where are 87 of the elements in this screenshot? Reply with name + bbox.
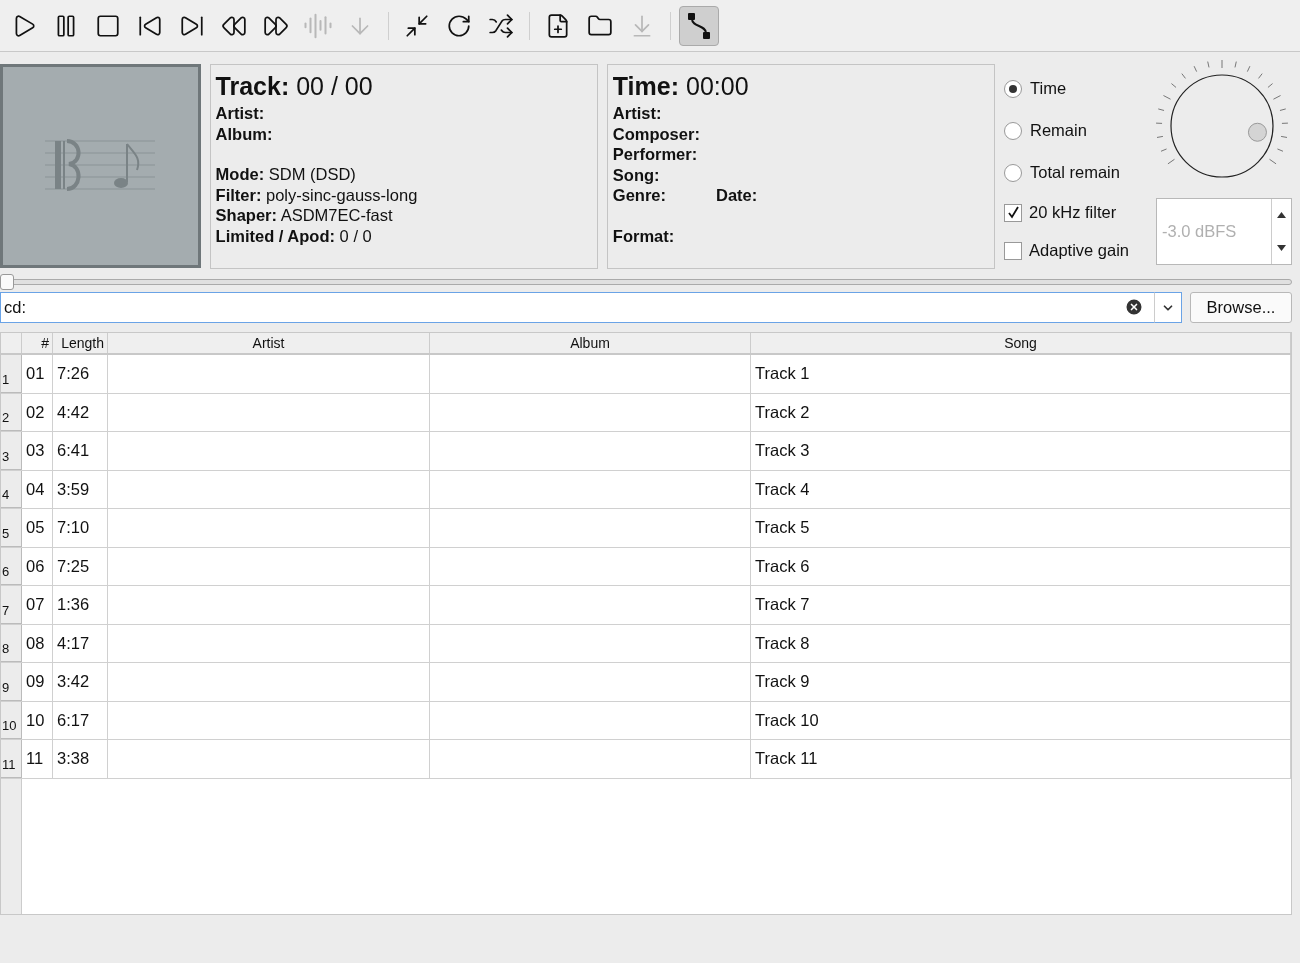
info-field: Album: [215,123,273,144]
row-header[interactable]: 6 [1,547,22,585]
route-icon [686,10,712,41]
info-field: Limited / Apod: 0 / 0 [215,225,372,246]
row-header[interactable]: 8 [1,624,22,662]
row-header[interactable]: 10 [1,701,22,739]
column-header[interactable]: Length [53,333,108,353]
slider-thumb[interactable] [0,274,14,290]
table-cell: 4:17 [53,624,108,662]
table-cell: 3:38 [53,740,108,778]
checkbox-icon[interactable] [1004,241,1023,260]
table-cell: Track 1 [751,355,1291,393]
table-cell: 3:42 [53,663,108,701]
path-field[interactable]: cd: [0,292,1154,323]
panel-heading: Track: 00 / 00 [215,71,374,101]
table-cell: Track 7 [751,586,1291,624]
checkbox-option[interactable]: Adaptive gain [1004,231,1143,270]
table-cell: 7:26 [53,355,108,393]
shuffle-icon [488,12,514,39]
table-cell: 02 [22,393,53,431]
table-cell: 11 [22,740,53,778]
table-cell: 04 [22,470,53,508]
table-cell: Track 8 [751,624,1291,662]
row-header[interactable]: 5 [1,509,22,547]
table-cell: 4:42 [53,393,108,431]
info-field: Date: [716,185,758,206]
checkbox-icon[interactable] [1004,203,1023,222]
dropdown-button[interactable] [1154,292,1182,323]
info-field: Performer: [612,144,698,165]
stop-icon [95,12,121,39]
column-header[interactable]: Song [751,333,1291,353]
toolbar-button[interactable] [679,5,719,46]
table-cell: Track 6 [751,547,1291,585]
folder-icon [587,12,613,39]
info-field: Composer: [612,123,700,144]
table-cell: 6:17 [53,701,108,739]
table-cell: Track 9 [751,663,1291,701]
radio-icon[interactable] [1004,163,1023,182]
info-field: Format: [612,225,675,246]
column-header[interactable]: Album [430,333,751,353]
table-cell: Track 5 [751,509,1291,547]
file-plus-icon [545,12,571,39]
row-header[interactable]: 1 [1,355,22,393]
table-cell: 10 [22,701,53,739]
column-header[interactable]: Artist [108,333,430,353]
radio-icon[interactable] [1004,121,1023,140]
table-cell: Track 4 [751,470,1291,508]
table-cell: 03 [22,432,53,470]
checkbox-option[interactable]: 20 kHz filter [1004,193,1143,232]
info-field: Mode: SDM (DSD) [215,164,356,185]
refresh-icon [446,12,472,39]
table-cell: 6:41 [53,432,108,470]
radio-option[interactable]: Time [1004,68,1143,110]
radio-option[interactable]: Remain [1004,109,1143,152]
table-cell: 1:36 [53,586,108,624]
table-cell: 07 [22,586,53,624]
table-cell: Track 11 [751,740,1291,778]
table-cell: 05 [22,509,53,547]
row-header[interactable]: 7 [1,586,22,624]
info-field: Genre: [612,185,666,206]
seek-slider[interactable] [0,274,1292,290]
info-field: Shaper: ASDM7EC-fast [215,205,393,226]
info-field: Filter: poly-sinc-gauss-long [215,184,418,205]
row-header[interactable]: 4 [1,470,22,508]
info-field: Artist: [215,103,265,124]
radio-option[interactable]: Total remain [1004,151,1143,194]
table-cell: 01 [22,355,53,393]
table-cell: 08 [22,624,53,662]
radio-icon[interactable] [1004,79,1023,98]
table-cell: 7:25 [53,547,108,585]
minimize-icon [404,12,430,39]
table-cell: 06 [22,547,53,585]
row-header[interactable]: 9 [1,663,22,701]
table-cell: 7:10 [53,509,108,547]
panel-heading: Time: 00:00 [612,71,750,101]
table-cell: Track 2 [751,393,1291,431]
row-header[interactable]: 2 [1,393,22,431]
table-cell: 3:59 [53,470,108,508]
browse-button[interactable]: Browse... [1190,292,1292,323]
row-header[interactable]: 3 [1,432,22,470]
table-cell: Track 10 [751,701,1291,739]
column-header[interactable]: # [22,333,53,353]
table-cell: 09 [22,663,53,701]
info-field: Artist: [612,103,662,124]
table-cell: Track 3 [751,432,1291,470]
row-header[interactable]: 11 [1,740,22,778]
info-field: Song: [612,164,660,185]
